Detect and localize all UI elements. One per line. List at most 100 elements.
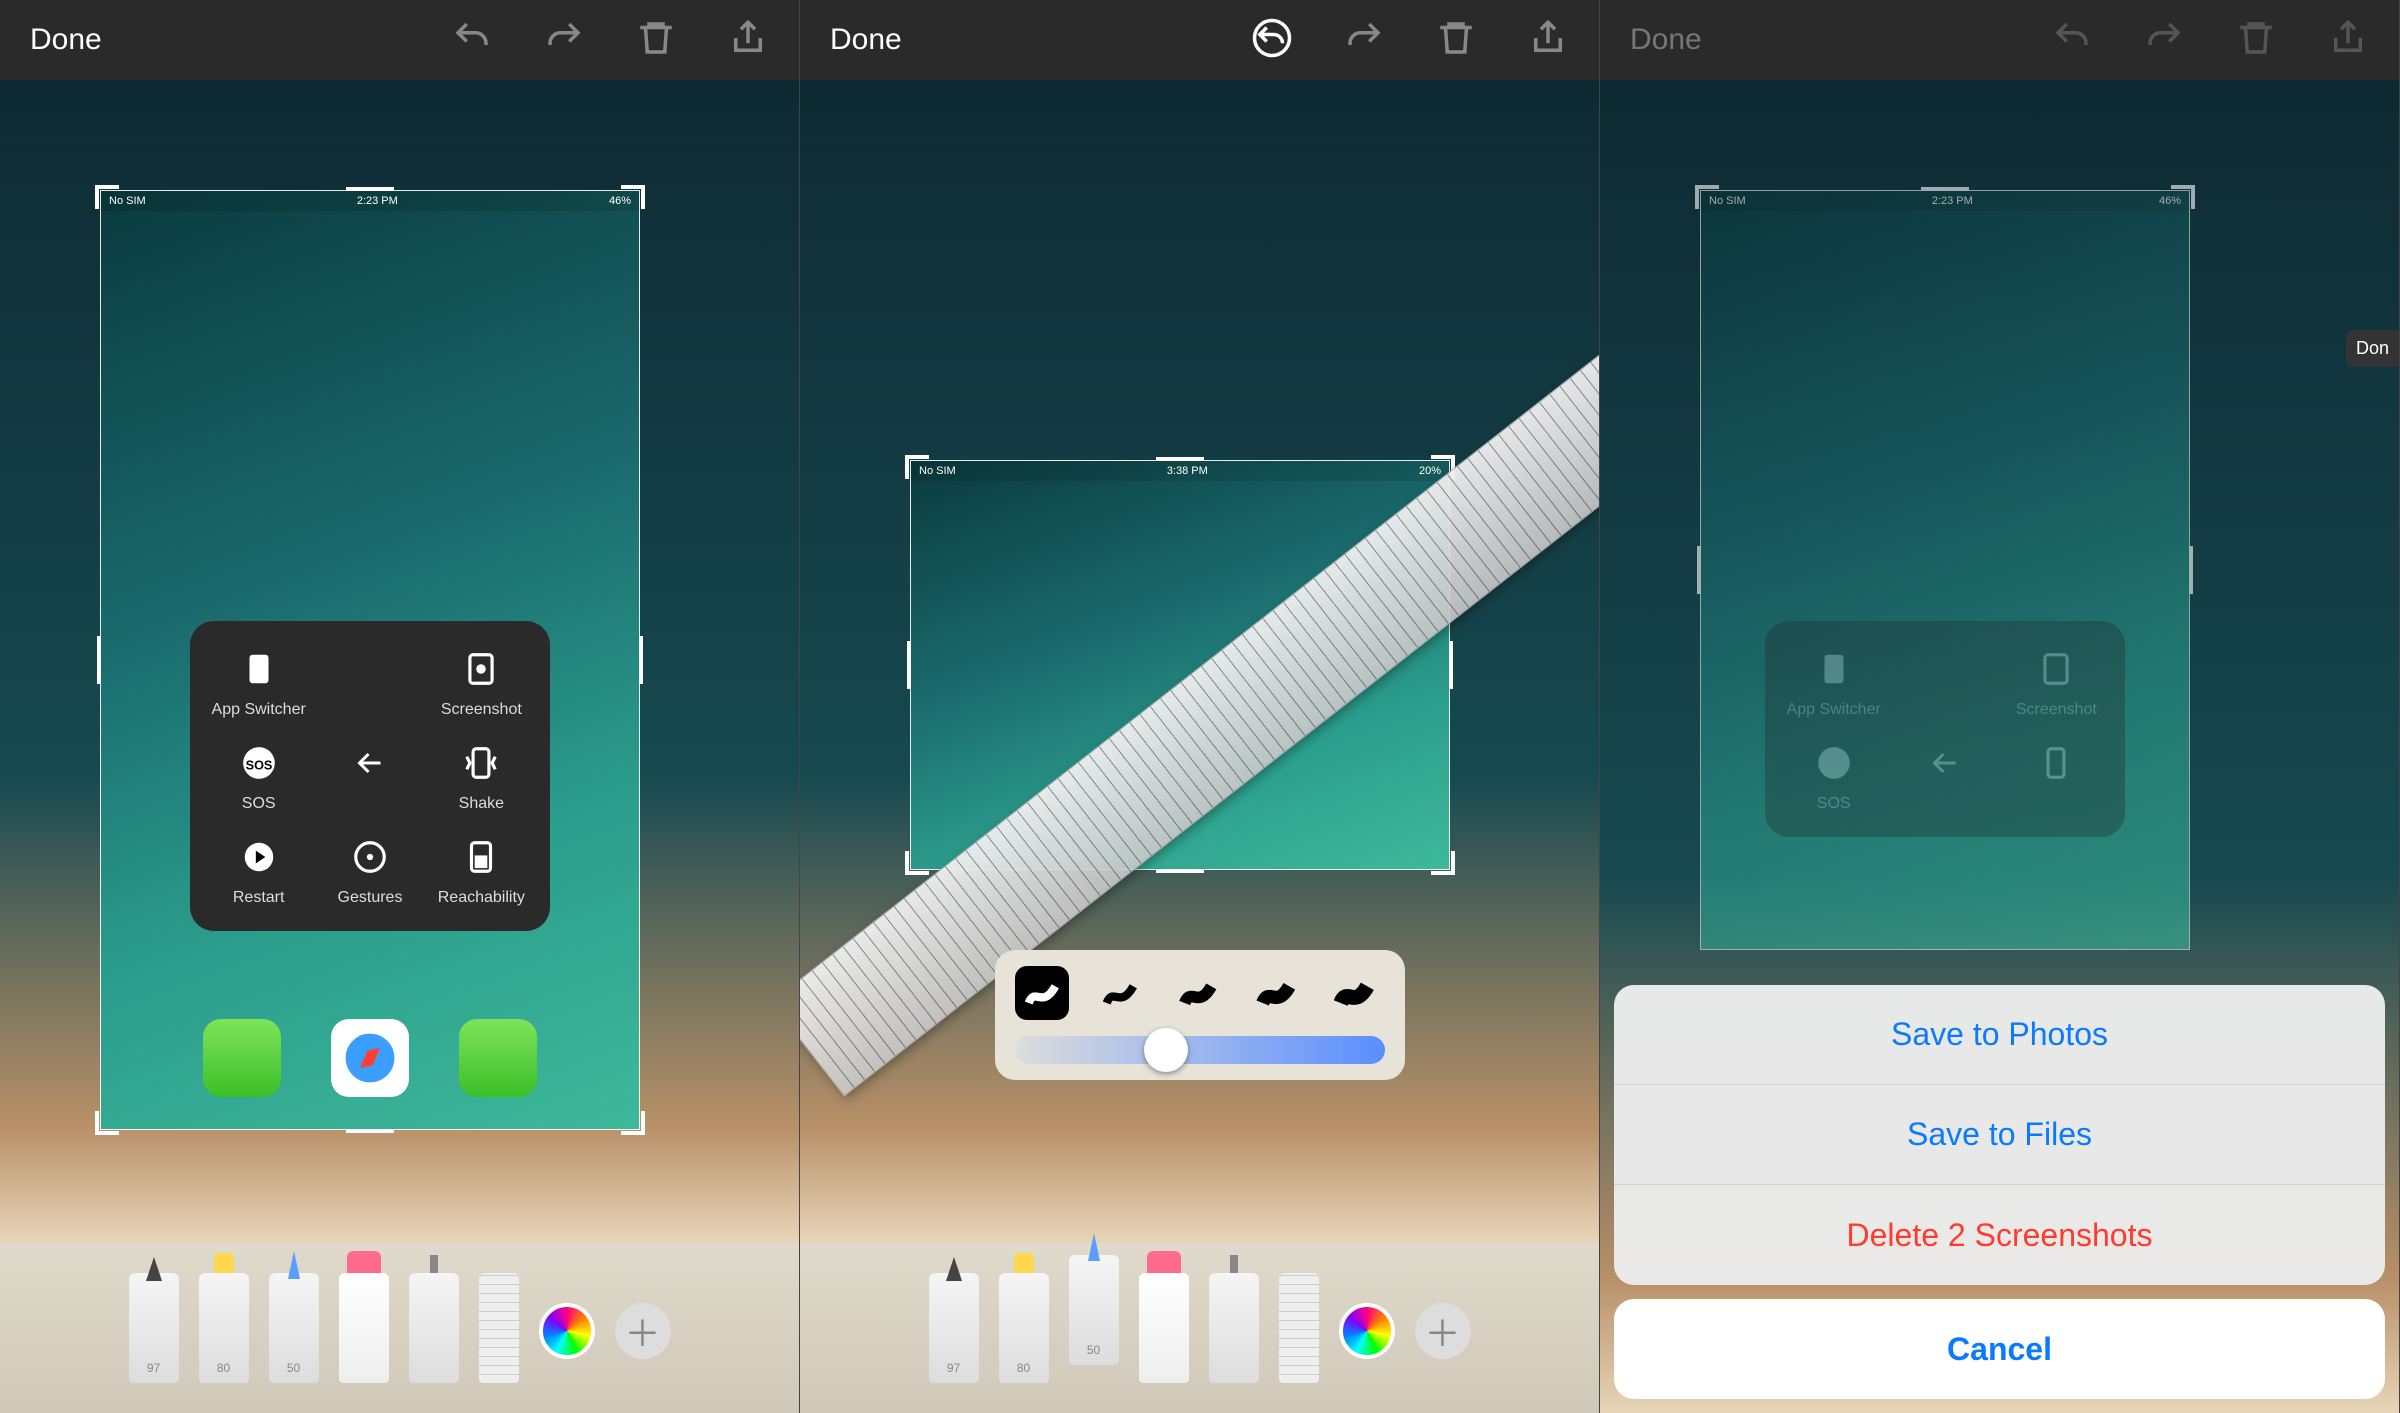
tool-num: 50: [269, 1361, 319, 1375]
editor-canvas[interactable]: No SIM 2:23 PM 46% App Switcher Screensh…: [0, 80, 799, 1243]
assistive-touch-menu: App Switcher Screenshot SOS: [1765, 621, 2125, 837]
crop-handle[interactable]: [905, 851, 929, 875]
crop-handle[interactable]: [621, 185, 645, 209]
undo-icon[interactable]: [451, 17, 493, 64]
crop-handle[interactable]: [1431, 851, 1455, 875]
crop-handle: [1697, 546, 1701, 594]
undo-icon[interactable]: [1251, 17, 1293, 64]
tool-num: 50: [1069, 1343, 1119, 1357]
crop-handle[interactable]: [1449, 641, 1453, 689]
color-picker-button[interactable]: [1339, 1303, 1395, 1359]
crop-frame: No SIM 2:23 PM 46% App Switcher Screensh…: [1700, 190, 2190, 950]
trash-icon[interactable]: [635, 17, 677, 64]
at-label: Restart: [233, 889, 285, 907]
brush-style-2[interactable]: [1093, 966, 1147, 1020]
eraser-tool[interactable]: [1139, 1273, 1189, 1383]
screenshot-statusbar: No SIM 2:23 PM 46%: [1701, 191, 2189, 211]
lasso-tool[interactable]: [1209, 1273, 1259, 1383]
crop-handle[interactable]: [95, 185, 119, 209]
screenshot-statusbar: No SIM 3:38 PM 20%: [911, 461, 1449, 481]
tool-num: 80: [999, 1361, 1049, 1375]
crop-handle[interactable]: [639, 636, 643, 684]
pencil-tool[interactable]: 50: [269, 1273, 319, 1383]
at-shake[interactable]: Shake: [431, 739, 532, 813]
brush-size-slider[interactable]: [1015, 1036, 1385, 1064]
at-gestures[interactable]: Gestures: [319, 833, 420, 907]
share-icon[interactable]: [727, 17, 769, 64]
crop-handle[interactable]: [346, 1129, 394, 1133]
at-restart[interactable]: Restart: [208, 833, 309, 907]
crop-handle[interactable]: [1156, 869, 1204, 873]
crop-handle[interactable]: [905, 455, 929, 479]
time-text: 2:23 PM: [357, 195, 398, 207]
toolbar-actions: [1251, 17, 1569, 64]
trash-icon[interactable]: [1435, 17, 1477, 64]
editor-canvas[interactable]: No SIM 3:38 PM 20%: [800, 80, 1599, 1243]
brush-style-row: [1015, 966, 1385, 1020]
trash-icon: [2235, 17, 2277, 64]
toolbar-actions: [2051, 17, 2369, 64]
at-screenshot[interactable]: Screenshot: [431, 645, 532, 719]
crop-handle: [2189, 546, 2193, 594]
toolbar-actions: [451, 17, 769, 64]
add-button[interactable]: ＋: [615, 1303, 671, 1359]
done-button[interactable]: Done: [830, 23, 902, 57]
crop-handle[interactable]: [97, 636, 101, 684]
cancel-button[interactable]: Cancel: [1614, 1299, 2385, 1399]
save-to-files-button[interactable]: Save to Files: [1614, 1085, 2385, 1185]
at-label: Gestures: [338, 889, 403, 907]
markup-tool-tray: 97 80 50 ＋: [0, 1243, 799, 1413]
crop-handle: [2171, 185, 2195, 209]
lasso-tool[interactable]: [409, 1273, 459, 1383]
pen-tool[interactable]: 97: [129, 1273, 179, 1383]
share-icon[interactable]: [1527, 17, 1569, 64]
at-sos[interactable]: SOS SOS: [208, 739, 309, 813]
slider-thumb[interactable]: [1144, 1028, 1188, 1072]
dock: [101, 1019, 639, 1109]
screenshot-statusbar: No SIM 2:23 PM 46%: [101, 191, 639, 211]
eraser-tool[interactable]: [339, 1273, 389, 1383]
ruler-tool[interactable]: [1279, 1273, 1319, 1383]
ruler-tool[interactable]: [479, 1273, 519, 1383]
action-sheet: Save to Photos Save to Files Delete 2 Sc…: [1600, 971, 2399, 1413]
crop-handle[interactable]: [907, 641, 911, 689]
add-button[interactable]: ＋: [1415, 1303, 1471, 1359]
at-reachability[interactable]: Reachability: [431, 833, 532, 907]
at-app-switcher[interactable]: App Switcher: [208, 645, 309, 719]
marker-tool[interactable]: 80: [199, 1273, 249, 1383]
crop-frame[interactable]: No SIM 2:23 PM 46% App Switcher Screensh…: [100, 190, 640, 1130]
brush-style-3[interactable]: [1171, 966, 1225, 1020]
thumbnail-peek: Don: [2346, 330, 2399, 367]
brush-style-4[interactable]: [1249, 966, 1303, 1020]
redo-icon: [2143, 17, 2185, 64]
delete-screenshots-button[interactable]: Delete 2 Screenshots: [1614, 1185, 2385, 1285]
brush-picker-popover: [995, 950, 1405, 1080]
action-sheet-options: Save to Photos Save to Files Delete 2 Sc…: [1614, 985, 2385, 1285]
save-to-photos-button[interactable]: Save to Photos: [1614, 985, 2385, 1085]
done-button[interactable]: Done: [30, 23, 102, 57]
assistive-touch-menu[interactable]: App Switcher Screenshot SOS SOS Shake Res…: [190, 621, 550, 931]
markup-tool-tray: 97 80 50 ＋: [800, 1243, 1599, 1413]
share-icon: [2327, 17, 2369, 64]
tool-num: 97: [129, 1361, 179, 1375]
color-picker-button[interactable]: [539, 1303, 595, 1359]
crop-handle[interactable]: [1156, 457, 1204, 461]
crop-handle[interactable]: [346, 187, 394, 191]
crop-handle[interactable]: [621, 1111, 645, 1135]
brush-style-5[interactable]: [1327, 966, 1381, 1020]
marker-tool[interactable]: 80: [999, 1273, 1049, 1383]
time-text: 3:38 PM: [1167, 465, 1208, 477]
at-back[interactable]: [319, 739, 420, 813]
redo-icon[interactable]: [543, 17, 585, 64]
toolbar: Done: [0, 0, 799, 80]
phone-app-icon: [203, 1019, 281, 1097]
crop-handle[interactable]: [95, 1111, 119, 1135]
svg-text:SOS: SOS: [245, 758, 272, 772]
at-label: Screenshot: [441, 701, 522, 719]
pen-tool[interactable]: 97: [929, 1273, 979, 1383]
pencil-tool[interactable]: 50: [1069, 1255, 1119, 1365]
brush-style-1[interactable]: [1015, 966, 1069, 1020]
at-label: SOS: [242, 795, 276, 813]
redo-icon[interactable]: [1343, 17, 1385, 64]
crop-handle: [1921, 187, 1969, 191]
